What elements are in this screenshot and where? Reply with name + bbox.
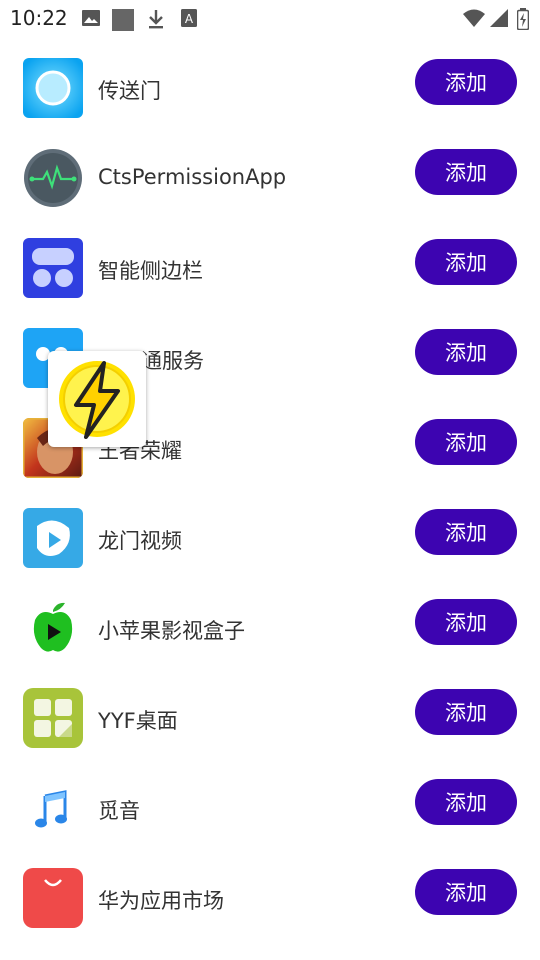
status-bar: 10:22 A	[0, 0, 540, 36]
app-name: 龙门视频	[98, 529, 182, 553]
huawei-appgallery-icon	[23, 868, 83, 928]
add-button[interactable]: 添加	[415, 779, 517, 825]
add-button[interactable]: 添加	[415, 59, 517, 105]
battery-icon	[517, 8, 529, 30]
list-item: 华为应用市场 添加	[0, 854, 540, 944]
status-time: 10:22	[10, 6, 68, 30]
app-name: 小苹果影视盒子	[98, 619, 245, 643]
app-name: 华为应用市场	[98, 889, 224, 913]
add-button[interactable]: 添加	[415, 689, 517, 735]
video-play-icon	[23, 508, 83, 568]
add-button[interactable]: 添加	[415, 329, 517, 375]
text-box-icon: A	[181, 9, 197, 27]
list-item: 小苹果影视盒子 添加	[0, 584, 540, 674]
image-icon	[82, 10, 100, 26]
list-item: 觅音 添加	[0, 764, 540, 854]
list-item: 智能侧边栏 添加	[0, 224, 540, 314]
square-icon	[112, 9, 134, 31]
add-button[interactable]: 添加	[415, 239, 517, 285]
svg-text:A: A	[185, 12, 194, 26]
app-name: 觅音	[98, 799, 140, 823]
app-name: CtsPermissionApp	[98, 165, 287, 189]
add-button[interactable]: 添加	[415, 419, 517, 465]
add-button[interactable]: 添加	[415, 149, 517, 195]
add-button[interactable]: 添加	[415, 509, 517, 555]
add-button[interactable]: 添加	[415, 599, 517, 645]
signal-icon	[490, 9, 508, 27]
download-icon	[149, 10, 163, 29]
apple-play-icon	[23, 598, 83, 658]
list-item: CtsPermissionApp 添加	[0, 134, 540, 224]
list-item: YYF桌面 添加	[0, 674, 540, 764]
list-item: 龙门视频 添加	[0, 494, 540, 584]
floating-widget[interactable]	[48, 351, 146, 447]
add-button[interactable]: 添加	[415, 869, 517, 915]
music-note-icon	[23, 778, 83, 838]
wifi-icon	[463, 9, 485, 27]
heartbeat-icon	[23, 148, 83, 208]
portal-icon	[23, 58, 83, 118]
sidebar-icon	[23, 238, 83, 298]
app-name: YYF桌面	[98, 709, 178, 733]
list-item: 传送门 添加	[0, 44, 540, 134]
lightning-bolt-icon	[59, 361, 135, 439]
app-name: 传送门	[98, 79, 161, 103]
app-name: 智能侧边栏	[98, 259, 203, 283]
grid-tiles-icon	[23, 688, 83, 748]
